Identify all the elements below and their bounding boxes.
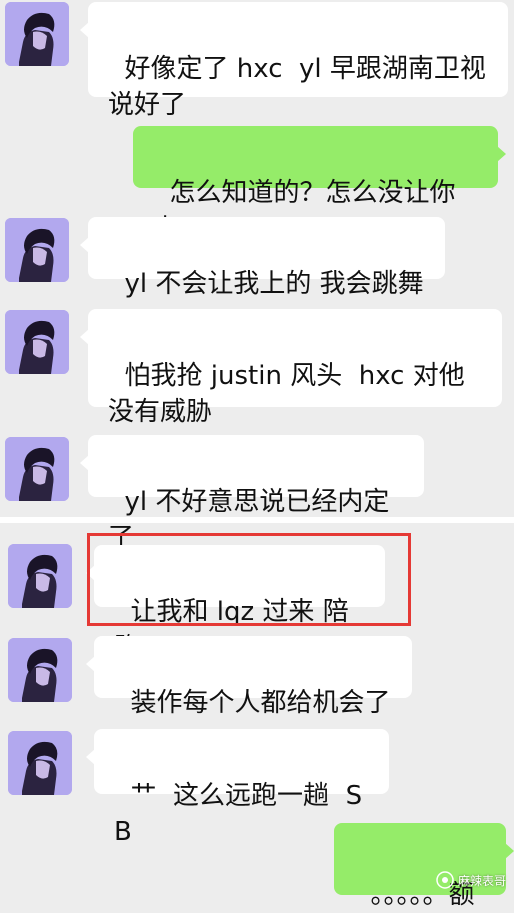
- anime-boy-icon: [5, 310, 69, 374]
- message-bubble-outgoing[interactable]: 怎么知道的？怎么没让你上: [133, 126, 506, 244]
- message-bubble-incoming[interactable]: 好像定了 hxc yl 早跟湖南卫视说好了: [80, 2, 508, 120]
- avatar[interactable]: [5, 2, 69, 66]
- avatar[interactable]: [5, 437, 69, 501]
- watermark-text: 麻辣表哥: [457, 873, 506, 888]
- anime-boy-icon: [8, 638, 72, 702]
- anime-boy-icon: [8, 544, 72, 608]
- message-text: 装作每个人都给机会了: [130, 688, 391, 718]
- wechat-official-account-icon: [436, 871, 454, 889]
- message-bubble-incoming[interactable]: 怕我抢 justin 风头 hxc 对他没有威胁: [80, 309, 502, 427]
- anime-boy-icon: [5, 218, 69, 282]
- message-bubble-incoming[interactable]: 艹 这么远跑一趟 SB: [86, 729, 389, 847]
- avatar[interactable]: [8, 731, 72, 795]
- watermark: 麻辣表哥: [436, 871, 506, 889]
- message-text: yl 不会让我上的 我会跳舞: [124, 269, 424, 299]
- avatar[interactable]: [8, 638, 72, 702]
- highlight-box: [87, 533, 411, 626]
- message-bubble-incoming[interactable]: yl 不会让我上的 我会跳舞: [80, 217, 445, 299]
- avatar[interactable]: [5, 310, 69, 374]
- anime-boy-icon: [5, 2, 69, 66]
- message-bubble-incoming[interactable]: yl 不好意思说已经内定了: [80, 435, 424, 553]
- anime-boy-icon: [5, 437, 69, 501]
- avatar[interactable]: [8, 544, 72, 608]
- message-bubble-incoming[interactable]: 装作每个人都给机会了: [86, 636, 412, 718]
- avatar[interactable]: [5, 218, 69, 282]
- anime-boy-icon: [8, 731, 72, 795]
